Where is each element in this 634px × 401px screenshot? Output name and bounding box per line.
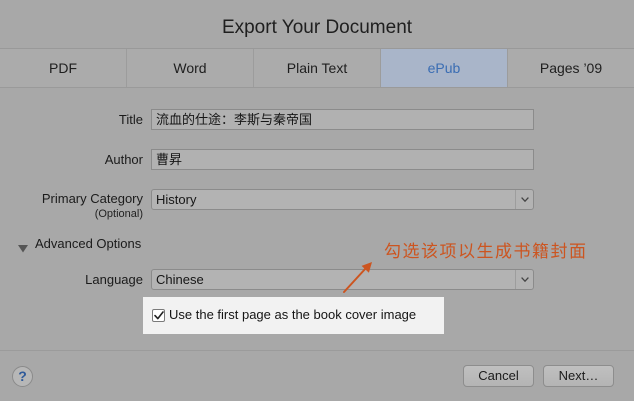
language-label: Language (85, 272, 143, 287)
tab-plain-text[interactable]: Plain Text (254, 49, 381, 87)
footer-divider (0, 350, 634, 351)
chevron-down-icon (515, 270, 533, 289)
help-button[interactable]: ? (12, 366, 33, 387)
title-label: Title (118, 112, 143, 127)
tab-epub[interactable]: ePub (381, 49, 508, 87)
annotation-text: 勾选该项以生成书籍封面 (384, 242, 588, 262)
dialog-title: Export Your Document (221, 17, 413, 38)
chevron-down-icon (515, 190, 533, 209)
advanced-options-label: Advanced Options (35, 236, 142, 251)
primary-category-value: History (156, 192, 197, 207)
next-button[interactable]: Next… (543, 365, 614, 387)
question-mark-icon: ? (18, 368, 27, 384)
title-field[interactable]: 流血的仕途：李斯与秦帝国 (151, 109, 534, 130)
tab-pages-09[interactable]: Pages ’09 (508, 49, 634, 87)
cover-image-checkbox-label[interactable]: Use the first page as the book cover ima… (169, 307, 416, 323)
format-tab-bar: PDF Word Plain Text ePub Pages ’09 (0, 48, 634, 88)
language-value: Chinese (156, 272, 204, 287)
checkmark-icon (153, 311, 164, 320)
cover-image-checkbox[interactable] (152, 309, 165, 322)
cancel-button[interactable]: Cancel (463, 365, 534, 387)
disclosure-triangle-icon (18, 240, 28, 252)
primary-category-optional-note: (Optional) (94, 208, 143, 220)
author-field[interactable]: 曹昇 (151, 149, 534, 170)
advanced-options-disclosure[interactable]: Advanced Options (18, 236, 141, 252)
author-label: Author (104, 152, 143, 167)
primary-category-popup[interactable]: History (151, 189, 534, 210)
tab-pdf[interactable]: PDF (0, 49, 127, 87)
primary-category-label: Primary Category (41, 191, 143, 206)
tab-word[interactable]: Word (127, 49, 254, 87)
annotation-arrow-icon (343, 262, 372, 293)
